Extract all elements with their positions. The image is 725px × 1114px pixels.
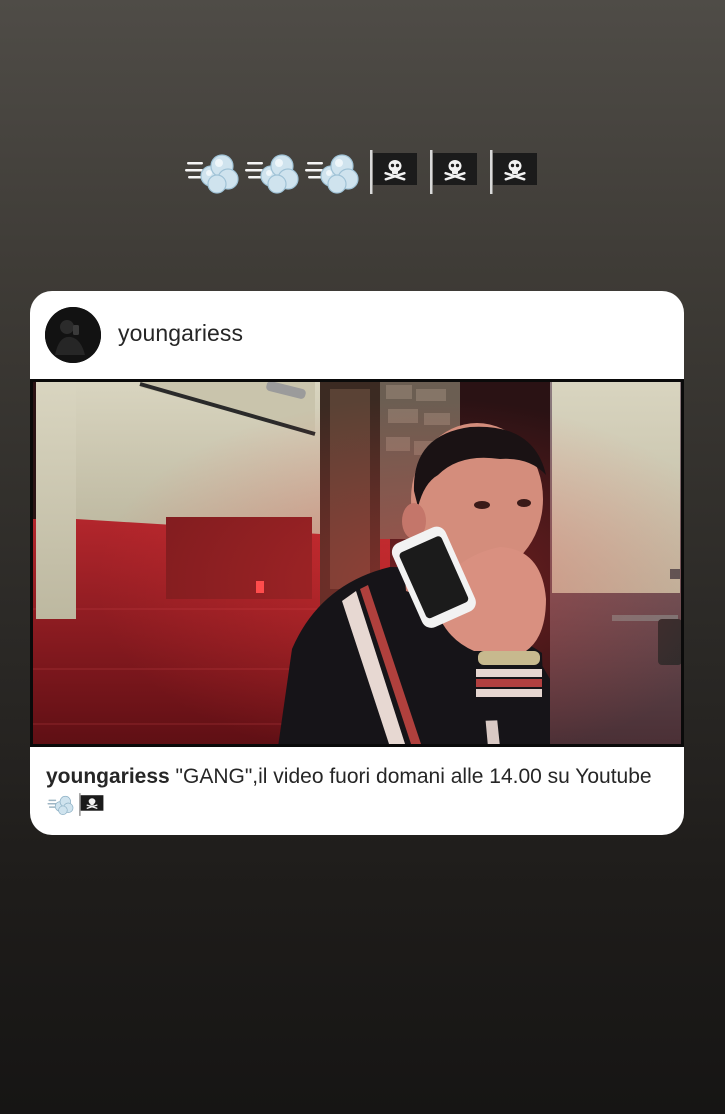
pirate-flag-icon xyxy=(424,142,482,200)
shared-post-card[interactable]: youngariess youngariess "GANG",il video … xyxy=(30,291,684,835)
post-username[interactable]: youngariess xyxy=(118,320,243,347)
post-image[interactable] xyxy=(30,379,684,747)
caption-username[interactable]: youngariess xyxy=(46,765,170,788)
post-header[interactable]: youngariess xyxy=(30,291,684,379)
pirate-flag-icon xyxy=(364,142,422,200)
dash-icon xyxy=(304,142,362,200)
dash-icon xyxy=(47,791,75,825)
story-emoji-row xyxy=(0,142,725,200)
avatar[interactable] xyxy=(45,307,101,363)
pirate-flag-icon xyxy=(76,791,106,825)
dash-icon xyxy=(244,142,302,200)
post-caption: youngariess "GANG",il video fuori domani… xyxy=(46,763,676,825)
dash-icon xyxy=(184,142,242,200)
caption-text: "GANG",il video fuori domani alle 14.00 … xyxy=(169,765,652,788)
pirate-flag-icon xyxy=(484,142,542,200)
